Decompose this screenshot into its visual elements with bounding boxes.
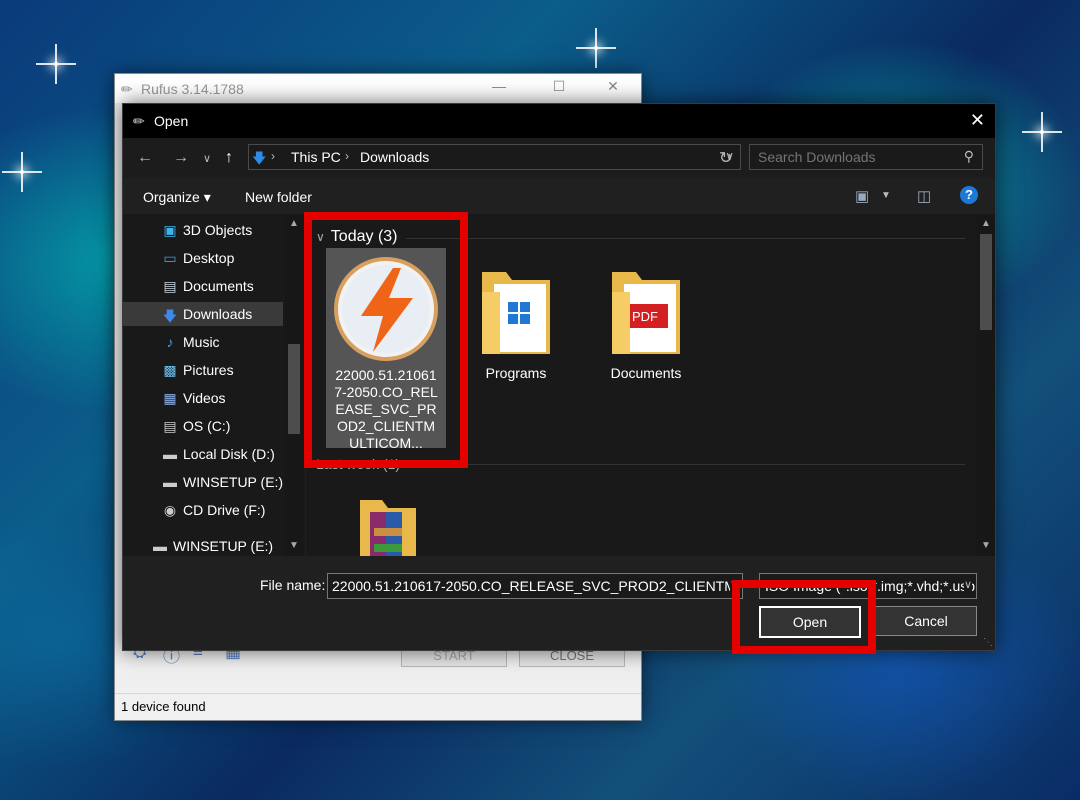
sidebar-item-winsetup-e[interactable]: ▬ WINSETUP (E:) [123,470,283,494]
star-decoration [36,44,76,84]
change-view-icon[interactable]: ▣ [855,187,869,205]
breadcrumb-separator-icon: › [345,149,349,163]
pictures-icon: ▩ [163,362,177,378]
folder-icon: PDF [612,272,680,354]
search-input[interactable] [750,145,960,169]
file-name-combobox[interactable]: ∨ [327,573,743,599]
group-divider [406,464,965,465]
rufus-title: Rufus 3.14.1788 [141,81,244,97]
forward-arrow-icon[interactable]: → [173,149,189,167]
scrollbar-thumb[interactable] [288,344,300,434]
breadcrumb-downloads[interactable]: Downloads [360,149,429,165]
download-icon: 🡇 [162,308,178,324]
sidebar-item-3d-objects[interactable]: ▣ 3D Objects [123,218,283,242]
address-bar[interactable]: 🡇 › This PC › Downloads ∨ [248,144,741,170]
folder-item-label: Documents [610,365,682,381]
highlight-box-file [304,212,468,468]
scroll-down-icon[interactable]: ▼ [289,540,299,551]
dialog-titlebar: ✏ Open ✕ [123,104,995,138]
scroll-down-icon[interactable]: ▼ [981,540,991,551]
sidebar-item-documents[interactable]: ▤ Documents [123,274,283,298]
navigation-pane: ▣ 3D Objects ▭ Desktop ▤ Documents 🡇 Dow… [123,214,305,556]
star-decoration [1022,112,1062,152]
folder-item-documents[interactable]: PDF Documents [586,262,706,382]
new-folder-button[interactable]: New folder [245,189,312,205]
status-text: 1 device found [121,699,206,714]
videos-icon: ▦ [163,390,177,406]
command-toolbar: Organize ▾ New folder ▣ ▼ ◫ ? [123,178,995,214]
sidebar-item-local-disk-d[interactable]: ▬ Local Disk (D:) [123,442,283,466]
desktop-icon: ▭ [163,250,177,266]
resize-grip-icon[interactable]: ⋱ [983,637,993,648]
sidebar-item-desktop[interactable]: ▭ Desktop [123,246,283,270]
refresh-icon[interactable]: ↻ [719,148,732,168]
scroll-up-icon[interactable]: ▲ [289,218,299,229]
music-icon: ♪ [166,334,174,350]
file-list-scrollbar[interactable]: ▲ ▼ [977,214,995,556]
file-name-input[interactable] [328,574,732,598]
sidebar-scrollbar[interactable]: ▲ ▼ [285,214,303,556]
sidebar-item-os-c[interactable]: ▤ OS (C:) [123,414,283,438]
folder-icon [482,272,550,354]
recent-locations-chevron-icon[interactable]: ∨ [203,152,211,165]
star-decoration [2,152,42,192]
sidebar-item-downloads[interactable]: 🡇 Downloads [123,302,283,326]
drive-icon: ▬ [163,446,177,462]
winrar-archive-icon [360,500,416,556]
rufus-app-icon: ✏ [133,113,145,129]
usb-drive-icon: ✏ [121,81,133,97]
scrollbar-thumb[interactable] [980,234,992,330]
sidebar-item-videos[interactable]: ▦ Videos [123,386,283,410]
search-box[interactable]: ⚲ [749,144,983,170]
status-bar: 1 device found [115,693,641,720]
close-icon[interactable]: ✕ [593,78,633,95]
svg-text:PDF: PDF [632,309,658,324]
group-divider [406,238,965,239]
file-name-label: File name: [260,577,326,593]
cube-icon: ▣ [163,222,177,238]
navigation-bar: ← → ∨ ↑ 🡇 › This PC › Downloads ∨ ↻ ⚲ [123,138,995,178]
sidebar-item-cd-drive-f[interactable]: ◉ CD Drive (F:) [123,498,283,522]
open-dialog: ✏ Open ✕ ← → ∨ ↑ 🡇 › This PC › Downloads… [122,103,996,651]
documents-icon: ▤ [163,278,177,294]
folder-item-label: Programs [485,365,547,381]
preview-pane-icon[interactable]: ◫ [917,187,931,205]
download-arrow-icon: 🡇 [252,150,267,166]
highlight-box-open-button [732,580,876,654]
star-decoration [576,28,616,68]
breadcrumb-this-pc[interactable]: This PC [291,149,341,165]
sidebar-item-pictures[interactable]: ▩ Pictures [123,358,283,382]
organize-button[interactable]: Organize ▾ [143,189,211,206]
cancel-button[interactable]: Cancel [875,606,977,636]
drive-icon: ▬ [153,538,167,554]
maximize-icon[interactable]: ☐ [539,78,579,95]
file-item-archive[interactable] [326,494,446,556]
rufus-titlebar: ✏ Rufus 3.14.1788 — ☐ ✕ [115,74,641,103]
sidebar-item-winsetup-e-2[interactable]: ▬ WINSETUP (E:) [123,534,283,556]
view-dropdown-chevron-icon[interactable]: ▼ [881,190,891,201]
file-type-dropdown-chevron-icon[interactable]: ∨ [963,578,972,591]
os-drive-icon: ▤ [163,418,177,434]
cd-drive-icon: ◉ [163,502,177,518]
drive-icon: ▬ [163,474,177,490]
dialog-title: Open [154,113,189,129]
sidebar-item-music[interactable]: ♪ Music [123,330,283,354]
minimize-icon[interactable]: — [479,78,519,94]
help-icon[interactable]: ? [960,186,978,204]
search-icon[interactable]: ⚲ [964,148,974,165]
up-arrow-icon[interactable]: ↑ [225,149,233,167]
folder-item-programs[interactable]: Programs [456,262,576,382]
back-arrow-icon[interactable]: ← [137,149,153,167]
close-icon[interactable]: ✕ [970,110,985,131]
breadcrumb-separator-icon: › [271,149,275,163]
scroll-up-icon[interactable]: ▲ [981,218,991,229]
